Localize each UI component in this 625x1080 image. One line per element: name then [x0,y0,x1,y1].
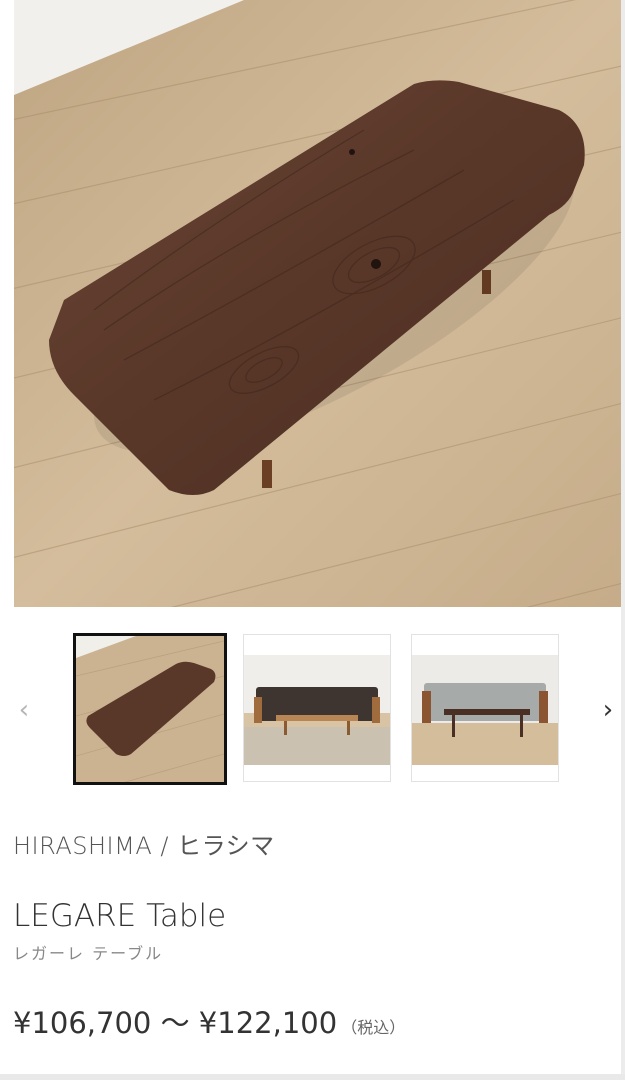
thumbnail-image-brown-sofa [244,635,390,781]
thumbnail-image-gray-sofa [412,635,558,781]
tax-included-note: （税込） [341,1018,406,1037]
product-main-image [14,0,621,607]
price-range: ¥106,700 〜 ¥122,100 [13,1006,338,1040]
gallery-thumbnail-3[interactable] [411,634,559,782]
gallery-thumbnail-2[interactable] [243,634,391,782]
product-price: ¥106,700 〜 ¥122,100 （税込） [13,1000,405,1042]
gallery-prev-button[interactable]: ‹ [6,686,42,734]
product-name: LEGARE Table [13,898,227,934]
gallery-thumbnail-1[interactable] [73,633,227,785]
gallery-next-button[interactable]: › [590,686,625,734]
chevron-right-icon: › [602,695,614,725]
chevron-left-icon: ‹ [18,695,30,725]
thumbnail-image-table-top [76,636,224,782]
section-divider [0,1074,625,1080]
page-edge-divider [621,0,625,1080]
walnut-table-photo [14,0,621,607]
product-name-kana: レガーレ テーブル [13,944,164,963]
product-brand-link[interactable]: HIRASHIMA / ヒラシマ [13,826,275,861]
